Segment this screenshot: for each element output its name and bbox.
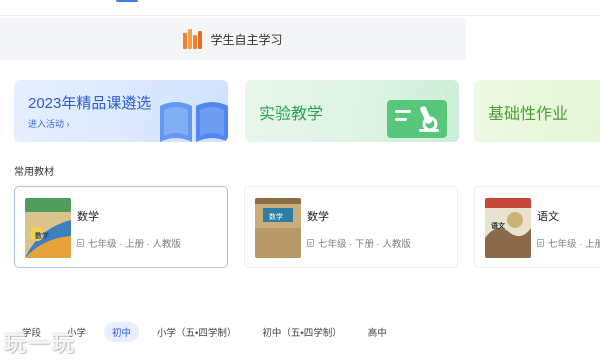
textbook-card-math-grade7-vol2[interactable]: 数学 数学 七年级 · 下册 · 人教版: [244, 186, 458, 268]
tab-junior-high[interactable]: 初中: [104, 322, 140, 342]
textbook-subject: 数学: [307, 211, 329, 223]
self-study-label: 学生自主学习: [210, 32, 283, 47]
textbook-meta-text: 七年级 · 上册 · 人教版: [88, 239, 181, 250]
chinese-textbook-cover: 语文: [485, 198, 531, 258]
textbook-meta-text: 七年级 · 下册 · 人教版: [318, 239, 411, 250]
experiment-teaching-banner[interactable]: 实验教学: [245, 80, 459, 142]
top-divider: [0, 15, 600, 16]
math-textbook-cover: 数学: [255, 198, 301, 258]
cover-title: 数学: [35, 231, 49, 240]
active-tab-indicator: [116, 0, 138, 2]
open-book-icon: [160, 102, 228, 142]
basic-homework-title: 基础性作业: [488, 106, 569, 123]
textbook-subject: 语文: [537, 211, 559, 223]
enter-activity-link[interactable]: 进入活动 ›: [28, 117, 70, 130]
top-navigation-strip: [0, 0, 600, 16]
cover-title: 语文: [491, 221, 506, 230]
tab-junior-high-five-four[interactable]: 初中（五•四学制）: [254, 322, 349, 342]
featured-course-title: 2023年精品课遴选: [28, 95, 152, 112]
cover-title: 数学: [269, 212, 283, 221]
textbook-meta: 七年级 · 上册: [537, 236, 600, 250]
book-small-icon: [77, 239, 84, 247]
student-self-study-bar[interactable]: 学生自主学习: [0, 18, 466, 60]
textbook-meta: 七年级 · 上册 · 人教版: [77, 236, 181, 250]
textbook-card-chinese-grade7[interactable]: 语文 语文 七年级 · 上册: [474, 186, 600, 268]
microscope-board-icon: [387, 100, 447, 138]
math-textbook-cover: 数学: [25, 198, 71, 258]
tab-primary-five-four[interactable]: 小学（五•四学制）: [149, 322, 244, 342]
book-small-icon: [307, 239, 314, 247]
common-textbooks-heading: 常用教材: [14, 167, 54, 178]
featured-course-banner[interactable]: 2023年精品课遴选 进入活动 ›: [14, 80, 228, 142]
site-watermark: 玩一玩: [4, 331, 77, 356]
book-small-icon: [537, 239, 544, 247]
textbook-meta-text: 七年级 · 上册: [548, 239, 600, 250]
textbook-meta: 七年级 · 下册 · 人教版: [307, 236, 411, 250]
textbook-subject: 数学: [77, 211, 99, 223]
textbook-card-math-grade7-vol1[interactable]: 数学 数学 七年级 · 上册 · 人教版: [14, 186, 228, 268]
tab-senior-high[interactable]: 高中: [360, 322, 395, 342]
basic-homework-banner[interactable]: 基础性作业: [474, 80, 600, 142]
books-icon: [183, 29, 203, 49]
experiment-teaching-title: 实验教学: [259, 106, 324, 123]
